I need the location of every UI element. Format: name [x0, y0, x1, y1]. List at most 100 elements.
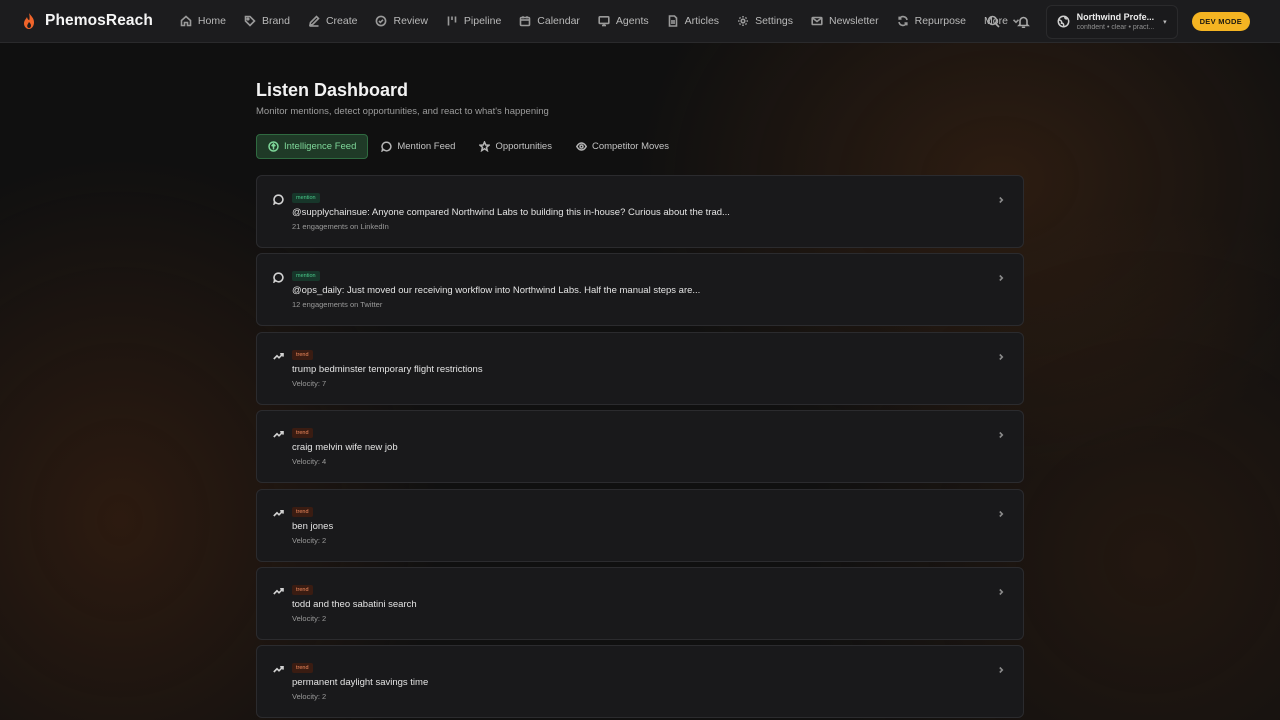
calendar-icon: [519, 16, 531, 27]
feed-item[interactable]: trend todd and theo sabatini search Velo…: [256, 566, 1024, 640]
profile-switcher[interactable]: Northwind Profe... confident • clear • p…: [1045, 4, 1178, 39]
trending-up-icon: [273, 587, 284, 595]
feed-item[interactable]: trend craig melvin wife new job Velocity…: [256, 410, 1024, 484]
eye-icon: [575, 142, 587, 151]
mail-icon: [811, 16, 823, 26]
brand-name: PhemosReach: [45, 12, 153, 29]
search-button[interactable]: [980, 8, 1008, 36]
top-navigation: PhemosReach Home Brand Create Review Pip…: [0, 0, 1280, 43]
chat-bubble-icon: [273, 194, 284, 205]
nav-item-label: Agents: [615, 15, 649, 27]
nav-item-create[interactable]: Create: [299, 6, 367, 36]
nav-item-agents[interactable]: Agents: [589, 6, 658, 36]
nav-item-label: Create: [325, 15, 358, 27]
feed-item-title: trump bedminster temporary flight restri…: [292, 363, 483, 375]
pen-icon: [308, 15, 320, 27]
tab-mention-feed[interactable]: Mention Feed: [370, 134, 466, 159]
chevron-right-icon: [999, 510, 1004, 517]
caret-down-icon: ▾: [1163, 18, 1167, 26]
feed-item[interactable]: trend permanent daylight savings time Ve…: [256, 645, 1024, 719]
feed-item[interactable]: mention @ops_daily: Just moved our recei…: [256, 253, 1024, 327]
feed-item-meta: Velocity: 7: [292, 378, 327, 388]
file-icon: [668, 15, 677, 27]
nav-item-review[interactable]: Review: [366, 6, 436, 36]
check-circle-icon: [376, 15, 387, 27]
nav-item-label: Home: [197, 15, 226, 27]
tab-opportunities[interactable]: Opportunities: [468, 134, 563, 159]
nav-item-label: Newsletter: [829, 15, 879, 27]
home-icon: [180, 15, 192, 27]
feed-item-type-badge: trend: [292, 663, 313, 674]
profile-voice: confident • clear • pract...: [1076, 24, 1155, 31]
feed-item-title: craig melvin wife new job: [292, 442, 398, 454]
monitor-icon: [598, 15, 610, 27]
feed-item-type-badge: trend: [292, 584, 313, 595]
refresh-icon: [897, 15, 908, 27]
feed-item-title: @supplychainsue: Anyone compared Northwi…: [292, 207, 730, 218]
nav-item-label: Settings: [755, 15, 794, 27]
chevron-right-icon: [999, 353, 1004, 360]
feed-item-type-badge: trend: [292, 349, 313, 360]
search-icon: [987, 15, 1000, 28]
tab-bar: Intelligence Feed Mention Feed Opportuni…: [256, 134, 682, 159]
feed-item-meta: Velocity: 4: [292, 457, 327, 467]
feed-item-meta: 21 engagements on LinkedIn: [292, 222, 389, 231]
trending-up-icon: [273, 431, 284, 438]
notifications-button[interactable]: [1010, 8, 1038, 36]
nav-item-label: Brand: [261, 15, 290, 27]
tab-competitor-moves[interactable]: Competitor Moves: [565, 134, 680, 159]
page-subtitle: Monitor mentions, detect opportunities, …: [256, 106, 549, 117]
nav-item-newsletter[interactable]: Newsletter: [802, 6, 888, 36]
page-title: Listen Dashboard: [256, 80, 409, 100]
feed-item-title: permanent daylight savings time: [292, 677, 429, 689]
feed-item-type-badge: mention: [292, 193, 320, 203]
globe-icon: [1057, 15, 1070, 28]
nav-item-articles[interactable]: Articles: [658, 6, 728, 36]
trending-up-icon: [273, 509, 284, 517]
profile-name: Northwind Profe...: [1076, 12, 1155, 22]
trending-up-icon: [273, 666, 284, 673]
feed-item-type-badge: trend: [292, 506, 313, 517]
flame-logo-icon: [24, 13, 34, 29]
nav-item-label: Repurpose: [914, 15, 966, 27]
feed-item-type-badge: trend: [292, 428, 313, 439]
chevron-right-icon: [999, 432, 1004, 439]
tab-label: Opportunities: [495, 141, 552, 152]
chat-bubble-icon: [381, 141, 392, 152]
feed-item[interactable]: trend trump bedminster temporary flight …: [256, 331, 1024, 405]
nav-item-label: Articles: [684, 15, 720, 27]
nav-item-settings[interactable]: Settings: [728, 6, 802, 36]
feed-item[interactable]: mention @supplychainsue: Anyone compared…: [256, 175, 1024, 248]
trending-up-icon: [273, 352, 284, 360]
nav-item-brand[interactable]: Brand: [235, 6, 299, 36]
nav-item-home[interactable]: Home: [171, 6, 235, 36]
nav-item-repurpose[interactable]: Repurpose: [888, 6, 975, 36]
feed-item-meta: Velocity: 2: [292, 535, 327, 545]
feed-item[interactable]: trend ben jones Velocity: 2: [256, 488, 1024, 562]
feed-item-title: @ops_daily: Just moved our receiving wor…: [292, 285, 701, 297]
nav-item-label: Review: [393, 15, 428, 27]
chevron-right-icon: [999, 667, 1004, 674]
feed-item-title: ben jones: [292, 520, 334, 532]
nav-actions: Northwind Profe... confident • clear • p…: [980, 0, 1280, 43]
bell-icon: [1017, 16, 1031, 28]
tab-label: Competitor Moves: [591, 141, 670, 152]
tab-intelligence-feed[interactable]: Intelligence Feed: [256, 134, 369, 159]
feed-item-title: todd and theo sabatini search: [292, 598, 417, 610]
feed-item-meta: 12 engagements on Twitter: [292, 300, 383, 310]
chevron-right-icon: [999, 275, 1004, 282]
dev-mode-badge[interactable]: DEV MODE: [1191, 12, 1250, 31]
brand-logo[interactable]: PhemosReach: [22, 12, 153, 30]
nav-item-label: Pipeline: [463, 15, 502, 27]
tab-label: Intelligence Feed: [284, 141, 357, 152]
profile-text: Northwind Profe... confident • clear • p…: [1077, 12, 1157, 31]
nav-item-pipeline[interactable]: Pipeline: [437, 6, 510, 36]
feed-item-meta: Velocity: 2: [292, 692, 327, 702]
pipeline-icon: [447, 16, 457, 26]
nav-item-calendar[interactable]: Calendar: [510, 6, 589, 36]
gear-icon: [738, 16, 749, 26]
feed-item-type-badge: mention: [292, 271, 320, 282]
intelligence-feed-list: mention @supplychainsue: Anyone compared…: [256, 175, 1024, 720]
chevron-right-icon: [999, 196, 1004, 204]
chat-bubble-icon: [273, 272, 284, 284]
